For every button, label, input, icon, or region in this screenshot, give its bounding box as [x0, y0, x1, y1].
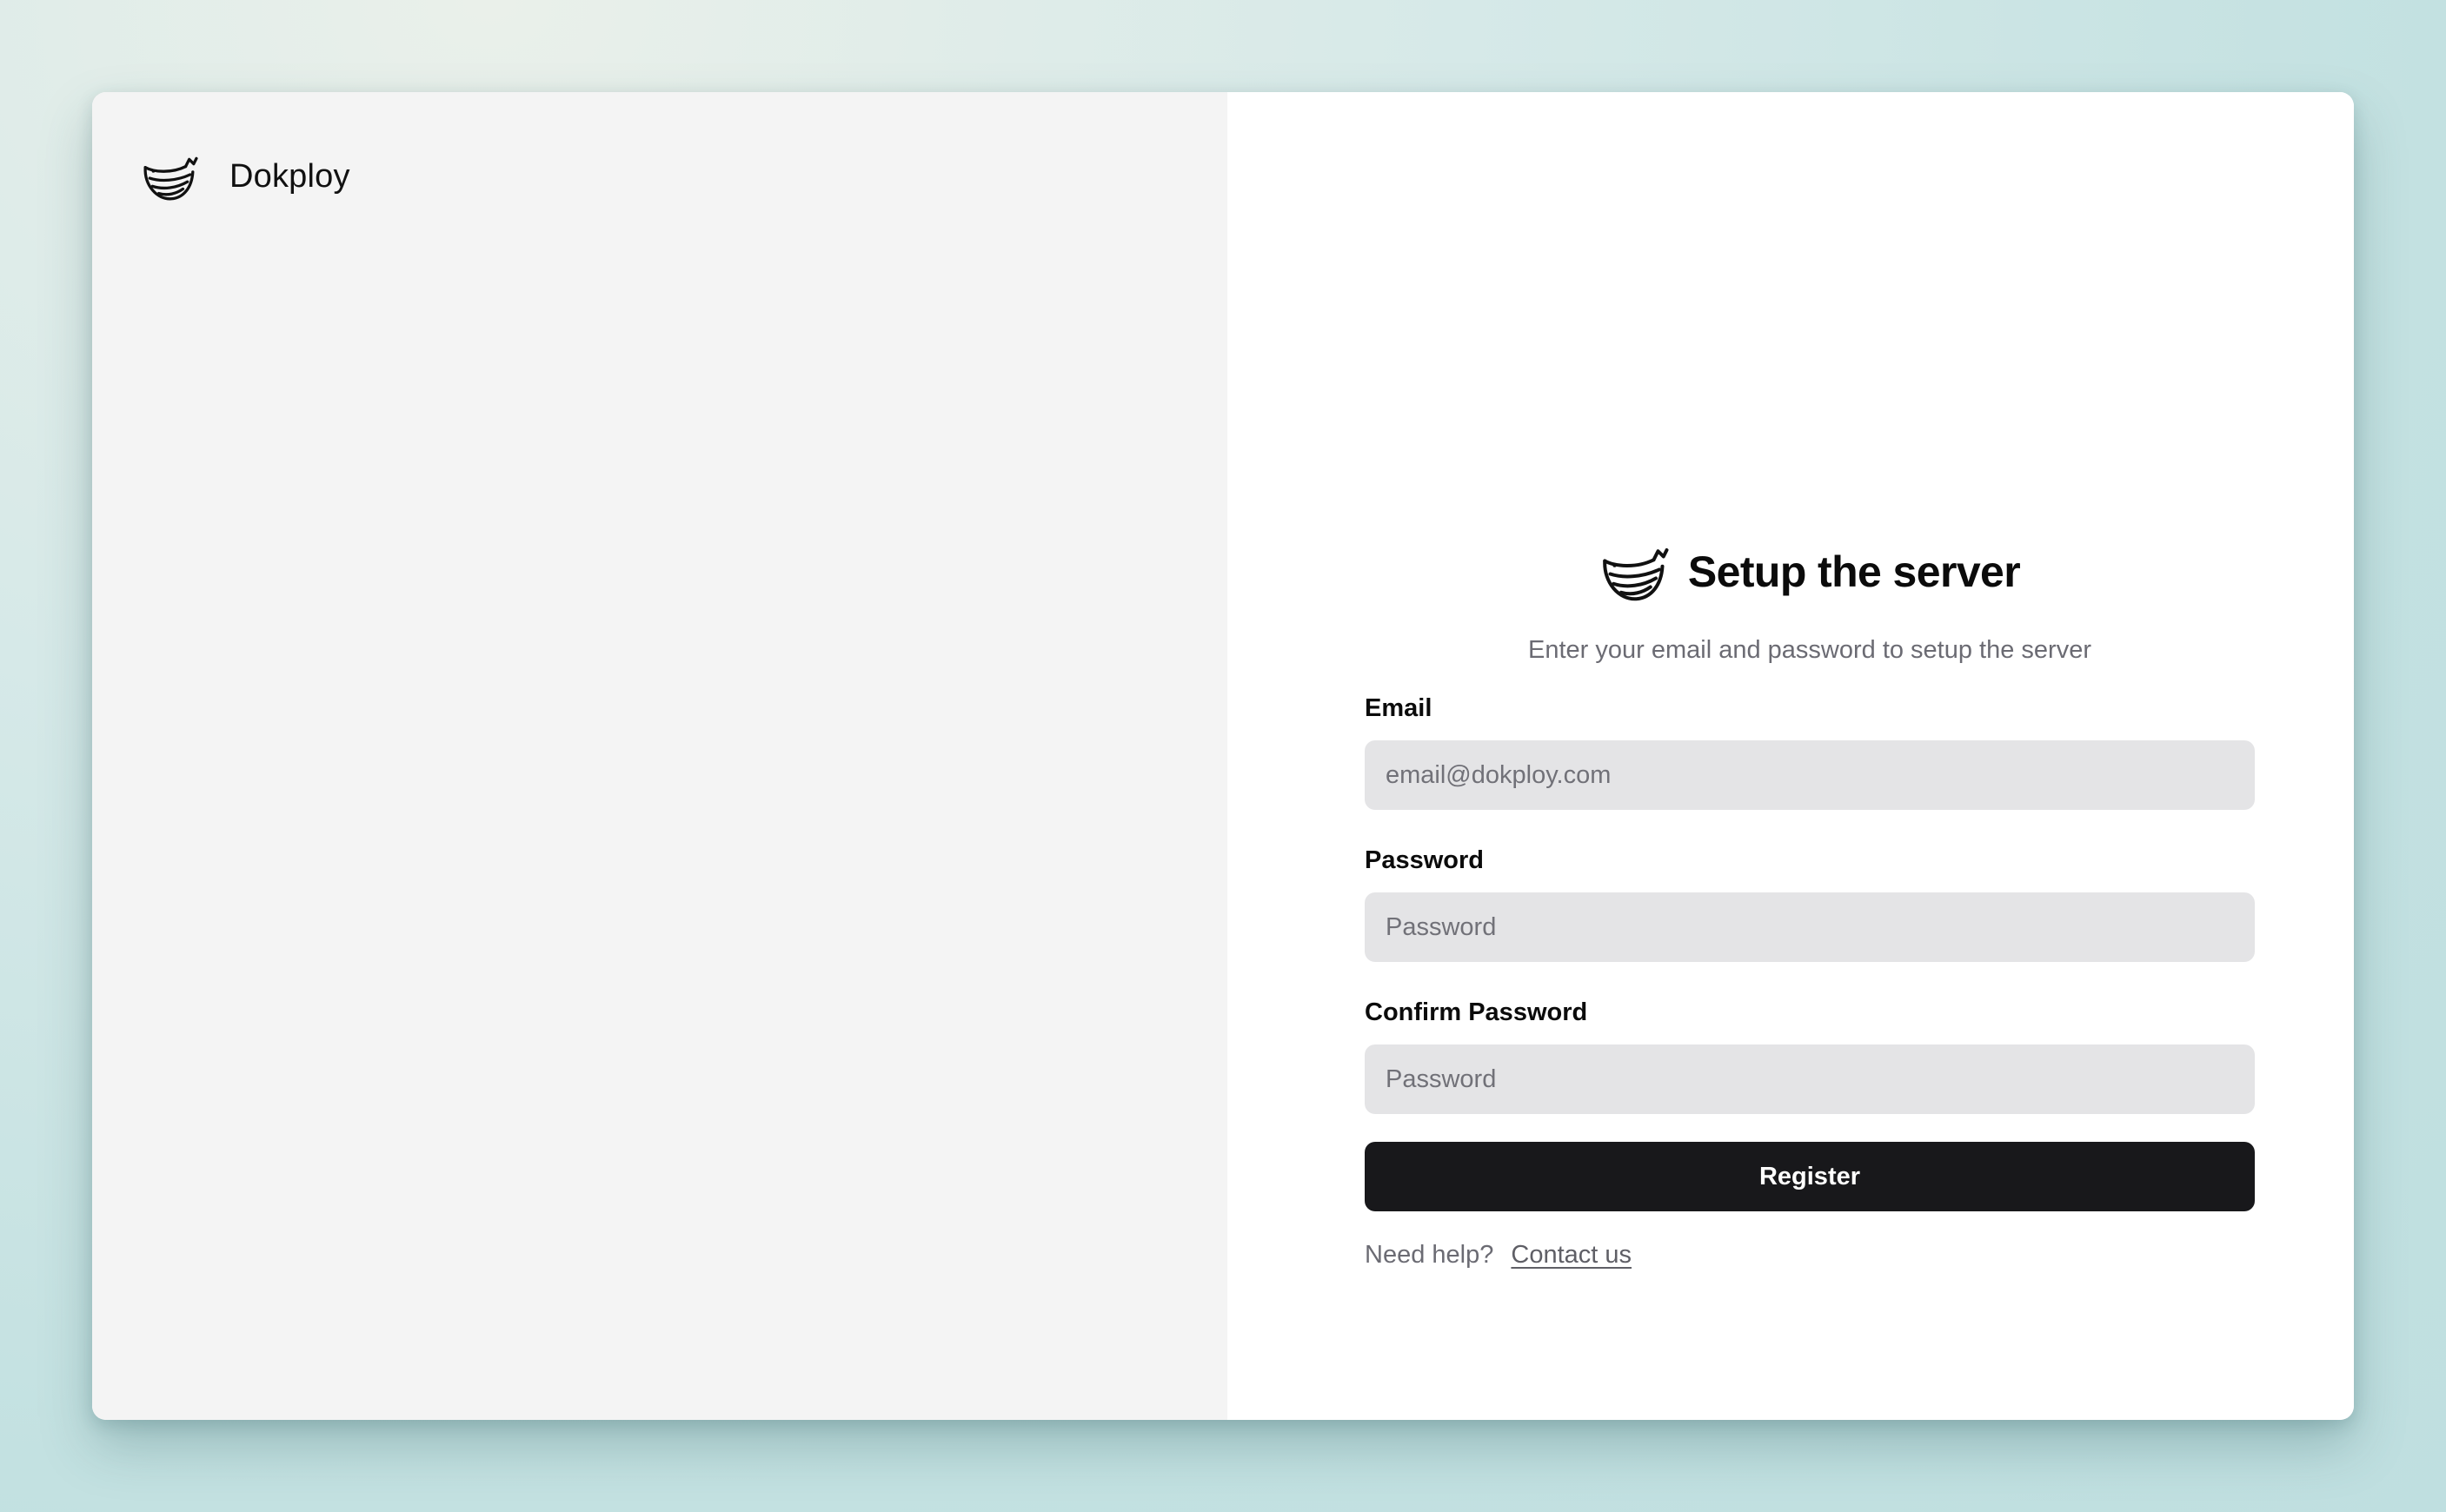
heading-row: Setup the server	[1365, 535, 2255, 608]
password-label: Password	[1365, 846, 1484, 874]
page-title: Setup the server	[1687, 547, 2021, 596]
brand: Dokploy	[141, 148, 350, 205]
setup-form: Setup the server Enter your email and pa…	[1365, 535, 2255, 1270]
app-window: Dokploy Setup the server Enter your emai…	[92, 92, 2354, 1420]
page-subtitle: Enter your email and password to setup t…	[1528, 636, 2091, 664]
dokploy-whale-icon	[1603, 548, 1669, 601]
help-text: Need help?	[1365, 1241, 1494, 1269]
confirm-password-field[interactable]	[1365, 1044, 2255, 1114]
register-button[interactable]: Register	[1365, 1142, 2255, 1211]
left-panel: Dokploy	[92, 92, 1227, 1420]
confirm-password-label: Confirm Password	[1365, 998, 1588, 1026]
contact-us-link[interactable]: Contact us	[1511, 1241, 1632, 1269]
password-field[interactable]	[1365, 892, 2255, 962]
help-row: Need help? Contact us	[1365, 1241, 2255, 1270]
brand-name: Dokploy	[229, 157, 350, 195]
dokploy-whale-icon	[143, 156, 198, 201]
right-panel: Setup the server Enter your email and pa…	[1227, 92, 2354, 1420]
email-label: Email	[1365, 694, 1432, 722]
email-field[interactable]	[1365, 740, 2255, 810]
